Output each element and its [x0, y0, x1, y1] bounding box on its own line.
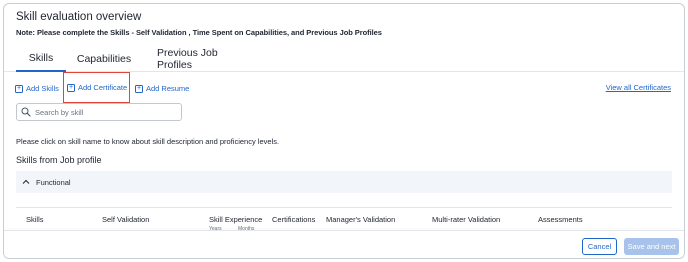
tab-skills[interactable]: Skills: [16, 45, 66, 72]
col-multi-rater-validation: Multi-rater Validation: [432, 215, 501, 224]
add-skills-button[interactable]: + Add Skills: [15, 80, 59, 97]
save-and-next-button[interactable]: Save and next: [624, 238, 679, 255]
col-skill-experience: Skill Experience: [209, 215, 263, 224]
add-skills-label: Add Skills: [26, 84, 59, 93]
search-icon: [21, 107, 31, 117]
section-title: Skills from Job profile: [16, 155, 102, 165]
page-note: Note: Please complete the Skills - Self …: [16, 28, 382, 37]
skills-table-header: Skills Self Validation Skill Experience …: [16, 207, 672, 232]
skill-evaluation-panel: Skill evaluation overview Note: Please c…: [3, 3, 685, 259]
col-self-validation: Self Validation: [102, 215, 150, 224]
plus-icon: +: [67, 83, 75, 92]
col-managers-validation: Manager's Validation: [326, 215, 396, 224]
add-resume-label: Add Resume: [146, 84, 190, 93]
add-certificate-button[interactable]: + Add Certificate: [63, 72, 130, 103]
col-certifications: Certifications: [272, 215, 316, 224]
cancel-button[interactable]: Cancel: [582, 238, 617, 255]
plus-icon: +: [15, 84, 23, 93]
view-all-certificates-link[interactable]: View all Certificates: [606, 83, 671, 92]
footer-bar: Cancel Save and next: [4, 230, 684, 258]
tab-capabilities[interactable]: Capabilities: [77, 45, 131, 72]
page-title: Skill evaluation overview: [16, 11, 142, 23]
search-input[interactable]: [35, 107, 175, 117]
col-assessments: Assessments: [538, 215, 583, 224]
add-resume-button[interactable]: + Add Resume: [135, 80, 189, 97]
accordion-label: Functional: [36, 177, 71, 187]
plus-icon: +: [135, 84, 143, 93]
chevron-up-icon: [22, 179, 30, 184]
search-box: [16, 103, 182, 121]
tab-bar: Skills Capabilities Previous Job Profile…: [4, 45, 684, 72]
functional-accordion[interactable]: Functional: [16, 171, 672, 193]
skill-hint-text: Please click on skill name to know about…: [16, 137, 280, 146]
col-skills: Skills: [26, 215, 44, 224]
tab-previous-job-profiles[interactable]: Previous Job Profiles: [157, 45, 237, 72]
add-certificate-label: Add Certificate: [78, 83, 128, 92]
